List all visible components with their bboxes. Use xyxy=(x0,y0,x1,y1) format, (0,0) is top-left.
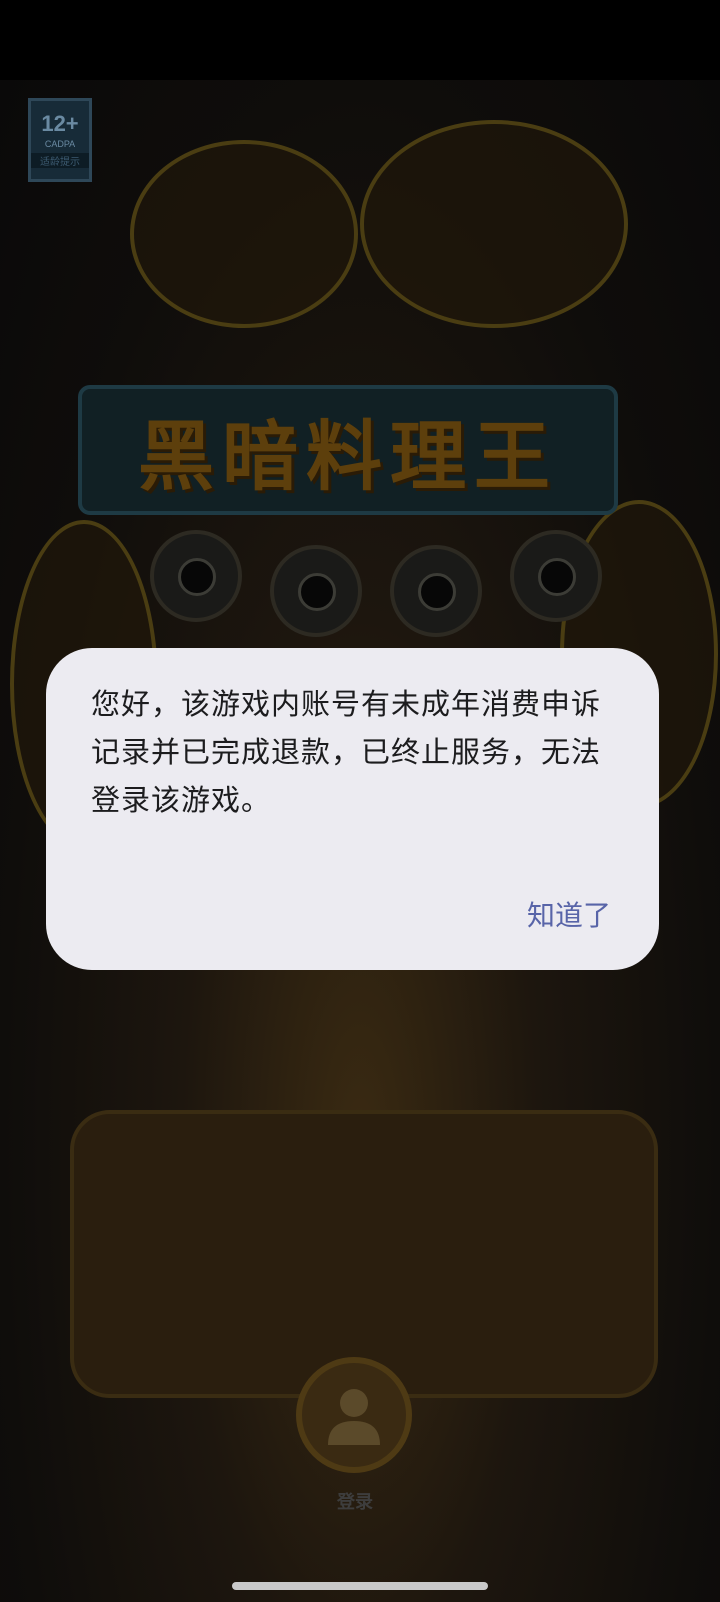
age-rating-badge[interactable]: 12+ CADPA 适龄提示 xyxy=(28,98,92,182)
home-indicator[interactable] xyxy=(232,1582,488,1590)
dialog-message: 您好，该游戏内账号有未成年消费申诉记录并已完成退款，已终止服务，无法登录该游戏。 xyxy=(91,687,602,817)
age-rating-number: 12+ xyxy=(41,111,79,136)
eye-decoration xyxy=(150,530,242,622)
age-rating-tip: 适龄提示 xyxy=(31,153,89,168)
account-termination-dialog: 您好，该游戏内账号有未成年消费申诉记录并已完成退款，已终止服务，无法登录该游戏。… xyxy=(46,648,659,970)
eye-decoration xyxy=(510,530,602,622)
kitchen-table-illustration xyxy=(70,1110,658,1398)
user-icon xyxy=(328,1389,380,1445)
decor-blob xyxy=(130,140,358,328)
login-avatar-button[interactable] xyxy=(296,1357,412,1473)
eye-decoration xyxy=(270,545,362,637)
acknowledge-button[interactable]: 知道了 xyxy=(527,894,611,934)
game-title-logo: 黑暗料理王 xyxy=(78,385,618,515)
login-label: 登录 xyxy=(337,1492,373,1513)
status-bar xyxy=(0,0,720,80)
age-rating-agency: CADPA xyxy=(44,139,76,149)
eye-decoration xyxy=(390,545,482,637)
decor-blob xyxy=(360,120,628,328)
